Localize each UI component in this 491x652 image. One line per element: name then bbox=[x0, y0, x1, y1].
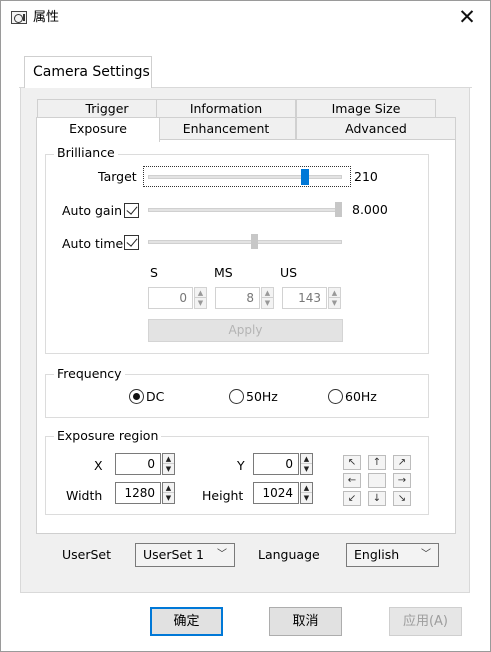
cancel-button[interactable]: 取消 bbox=[269, 607, 342, 636]
x-label: X bbox=[94, 458, 103, 473]
close-icon[interactable]: ✕ bbox=[453, 4, 481, 30]
y-spinner[interactable]: ▲ ▼ bbox=[300, 453, 313, 475]
arrow-center-button[interactable] bbox=[368, 473, 386, 488]
camera-icon bbox=[11, 11, 27, 24]
ok-button[interactable]: 确定 bbox=[150, 607, 223, 636]
auto-gain-value: 8.000 bbox=[352, 202, 388, 217]
unit-ms-label: MS bbox=[214, 265, 233, 280]
target-value: 210 bbox=[354, 169, 378, 184]
arrow-up-right-icon[interactable]: ↗ bbox=[393, 455, 411, 470]
height-spinner[interactable]: ▲ ▼ bbox=[300, 482, 313, 504]
y-label: Y bbox=[237, 458, 245, 473]
arrow-down-icon[interactable]: ↓ bbox=[368, 491, 386, 506]
width-label: Width bbox=[66, 488, 103, 503]
tab-advanced[interactable]: Advanced bbox=[296, 117, 456, 140]
spin-down-icon[interactable]: ▼ bbox=[163, 493, 174, 503]
spin-down-icon[interactable]: ▼ bbox=[195, 298, 206, 308]
window-title: 属性 bbox=[33, 10, 60, 25]
height-label: Height bbox=[202, 488, 244, 503]
spin-up-icon[interactable]: ▲ bbox=[262, 288, 273, 298]
milliseconds-spinner[interactable]: ▲ ▼ bbox=[261, 287, 274, 309]
spin-down-icon[interactable]: ▼ bbox=[329, 298, 340, 308]
radio-50hz[interactable] bbox=[229, 389, 244, 404]
arrow-down-right-icon[interactable]: ↘ bbox=[393, 491, 411, 506]
spin-down-icon[interactable]: ▼ bbox=[163, 464, 174, 474]
radio-60hz-label: 60Hz bbox=[345, 389, 377, 404]
tab-information[interactable]: Information bbox=[156, 99, 296, 117]
spin-down-icon[interactable]: ▼ bbox=[262, 298, 273, 308]
auto-time-slider-thumb[interactable] bbox=[250, 234, 258, 249]
userset-value: UserSet 1 bbox=[143, 547, 204, 562]
milliseconds-input[interactable]: 8 bbox=[215, 287, 260, 309]
unit-us-label: US bbox=[280, 265, 298, 280]
exposure-region-title: Exposure region bbox=[54, 429, 162, 443]
chevron-down-icon: ﹀ bbox=[217, 549, 227, 560]
auto-gain-slider-thumb[interactable] bbox=[335, 202, 342, 217]
x-input[interactable]: 0 bbox=[115, 453, 161, 475]
seconds-spinner[interactable]: ▲ ▼ bbox=[194, 287, 207, 309]
tab-exposure[interactable]: Exposure bbox=[36, 117, 160, 142]
tab-camera-settings[interactable]: Camera Settings bbox=[24, 56, 152, 88]
arrow-right-icon[interactable]: → bbox=[393, 473, 411, 488]
chevron-down-icon: ﹀ bbox=[421, 549, 431, 560]
tab-image-size[interactable]: Image Size bbox=[296, 99, 436, 117]
spin-up-icon[interactable]: ▲ bbox=[163, 454, 174, 464]
microseconds-input[interactable]: 143 bbox=[282, 287, 327, 309]
apply-time-button[interactable]: Apply bbox=[148, 319, 343, 342]
radio-dc-label: DC bbox=[146, 389, 165, 404]
seconds-input[interactable]: 0 bbox=[148, 287, 193, 309]
spin-up-icon[interactable]: ▲ bbox=[301, 483, 312, 493]
radio-60hz[interactable] bbox=[328, 389, 343, 404]
radio-50hz-label: 50Hz bbox=[246, 389, 278, 404]
spin-down-icon[interactable]: ▼ bbox=[301, 464, 312, 474]
unit-s-label: S bbox=[150, 265, 158, 280]
spin-up-icon[interactable]: ▲ bbox=[329, 288, 340, 298]
spin-up-icon[interactable]: ▲ bbox=[301, 454, 312, 464]
y-input[interactable]: 0 bbox=[253, 453, 299, 475]
userset-select[interactable]: UserSet 1 ﹀ bbox=[135, 543, 235, 567]
apply-button[interactable]: 应用(A) bbox=[389, 607, 462, 636]
language-value: English bbox=[354, 547, 400, 562]
height-input[interactable]: 1024 bbox=[253, 482, 299, 504]
arrow-up-icon[interactable]: ↑ bbox=[368, 455, 386, 470]
width-spinner[interactable]: ▲ ▼ bbox=[162, 482, 175, 504]
language-label: Language bbox=[258, 547, 320, 562]
target-label: Target bbox=[98, 169, 137, 184]
auto-time-label: Auto time bbox=[62, 236, 124, 251]
target-slider[interactable] bbox=[148, 175, 342, 179]
auto-gain-label: Auto gain bbox=[62, 203, 122, 218]
arrow-down-left-icon[interactable]: ↙ bbox=[343, 491, 361, 506]
auto-gain-checkbox[interactable] bbox=[124, 203, 139, 218]
radio-dc[interactable] bbox=[129, 389, 144, 404]
x-spinner[interactable]: ▲ ▼ bbox=[162, 453, 175, 475]
brilliance-title: Brilliance bbox=[54, 146, 118, 160]
width-input[interactable]: 1280 bbox=[115, 482, 161, 504]
userset-label: UserSet bbox=[62, 547, 112, 562]
spin-up-icon[interactable]: ▲ bbox=[163, 483, 174, 493]
auto-time-slider[interactable] bbox=[148, 240, 342, 244]
language-select[interactable]: English ﹀ bbox=[346, 543, 439, 567]
microseconds-spinner[interactable]: ▲ ▼ bbox=[328, 287, 341, 309]
arrow-up-left-icon[interactable]: ↖ bbox=[343, 455, 361, 470]
auto-gain-slider[interactable] bbox=[148, 208, 342, 212]
auto-time-checkbox[interactable] bbox=[124, 235, 139, 250]
arrow-left-icon[interactable]: ← bbox=[343, 473, 361, 488]
tab-enhancement[interactable]: Enhancement bbox=[156, 117, 296, 140]
spin-up-icon[interactable]: ▲ bbox=[195, 288, 206, 298]
frequency-title: Frequency bbox=[54, 367, 125, 381]
spin-down-icon[interactable]: ▼ bbox=[301, 493, 312, 503]
target-slider-thumb[interactable] bbox=[300, 169, 309, 185]
